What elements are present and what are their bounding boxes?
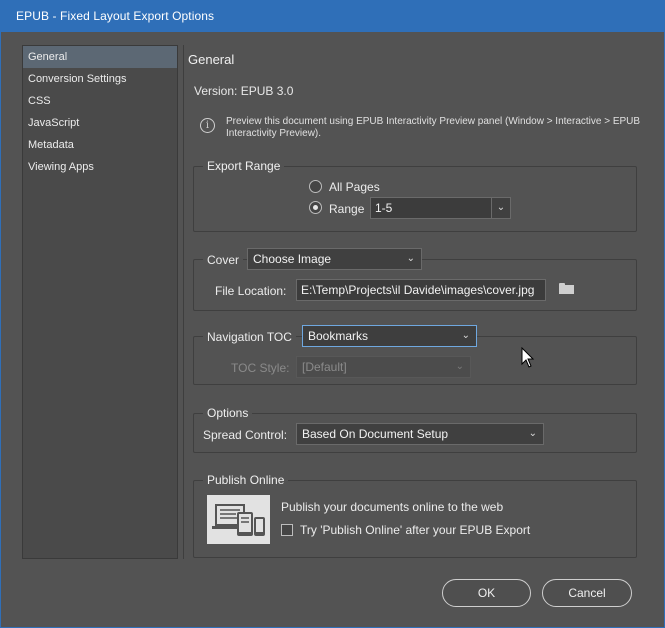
sidebar-item-javascript[interactable]: JavaScript (23, 112, 177, 134)
all-pages-label[interactable]: All Pages (329, 180, 380, 194)
file-location-label: File Location: (215, 284, 287, 298)
sidebar-item-metadata[interactable]: Metadata (23, 134, 177, 156)
cover-dropdown[interactable]: Choose Image ⌄ (247, 248, 422, 270)
publish-online-devices-icon (207, 495, 270, 544)
toc-style-dropdown[interactable]: [Default] ⌄ (296, 356, 471, 378)
toc-style-label: TOC Style: (231, 361, 290, 375)
range-input[interactable]: 1-5 (370, 197, 492, 219)
mouse-cursor-icon (521, 347, 535, 368)
range-dropdown-button[interactable]: ⌄ (491, 197, 511, 219)
chevron-down-icon: ⌄ (496, 202, 506, 213)
sidebar-item-viewing-apps[interactable]: Viewing Apps (23, 156, 177, 178)
range-label[interactable]: Range (329, 202, 364, 216)
info-text: Preview this document using EPUB Interac… (226, 116, 641, 139)
section-divider (183, 45, 184, 559)
toc-style-value: [Default] (302, 360, 347, 374)
all-pages-radio[interactable] (309, 180, 322, 193)
sidebar-item-general[interactable]: General (23, 46, 177, 68)
file-location-input[interactable]: E:\Temp\Projects\il Davide\images\cover.… (296, 279, 546, 301)
publish-online-checkbox-label[interactable]: Try 'Publish Online' after your EPUB Exp… (300, 523, 530, 537)
cover-dropdown-value: Choose Image (253, 252, 332, 266)
info-icon: i (200, 118, 215, 133)
export-range-legend: Export Range (203, 159, 285, 173)
publish-online-checkbox[interactable] (281, 524, 293, 536)
publish-online-headline: Publish your documents online to the web (281, 500, 504, 514)
version-label: Version: EPUB 3.0 (194, 84, 294, 98)
sidebar-item-conversion-settings[interactable]: Conversion Settings (23, 68, 177, 90)
chevron-down-icon: ⌄ (455, 361, 464, 372)
navigation-toc-label: Navigation TOC (203, 330, 296, 344)
ok-button[interactable]: OK (442, 579, 531, 607)
cancel-button[interactable]: Cancel (542, 579, 632, 607)
navigation-toc-dropdown[interactable]: Bookmarks ⌄ (302, 325, 477, 347)
spread-control-value: Based On Document Setup (302, 427, 449, 441)
range-radio[interactable] (309, 201, 322, 214)
chevron-down-icon: ⌄ (461, 330, 470, 341)
title-bar[interactable]: EPUB - Fixed Layout Export Options (0, 0, 665, 32)
window-title: EPUB - Fixed Layout Export Options (16, 9, 215, 23)
cover-label: Cover (203, 253, 244, 267)
spread-control-dropdown[interactable]: Based On Document Setup ⌄ (296, 423, 544, 445)
chevron-down-icon: ⌄ (528, 428, 537, 439)
navigation-toc-value: Bookmarks (308, 329, 369, 343)
spread-control-label: Spread Control: (203, 428, 288, 442)
publish-online-legend: Publish Online (203, 473, 289, 487)
folder-icon[interactable] (559, 283, 574, 294)
chevron-down-icon: ⌄ (406, 253, 415, 264)
options-legend: Options (203, 406, 253, 420)
section-title: General (188, 52, 235, 67)
sidebar: General Conversion Settings CSS JavaScri… (22, 45, 178, 559)
sidebar-item-css[interactable]: CSS (23, 90, 177, 112)
